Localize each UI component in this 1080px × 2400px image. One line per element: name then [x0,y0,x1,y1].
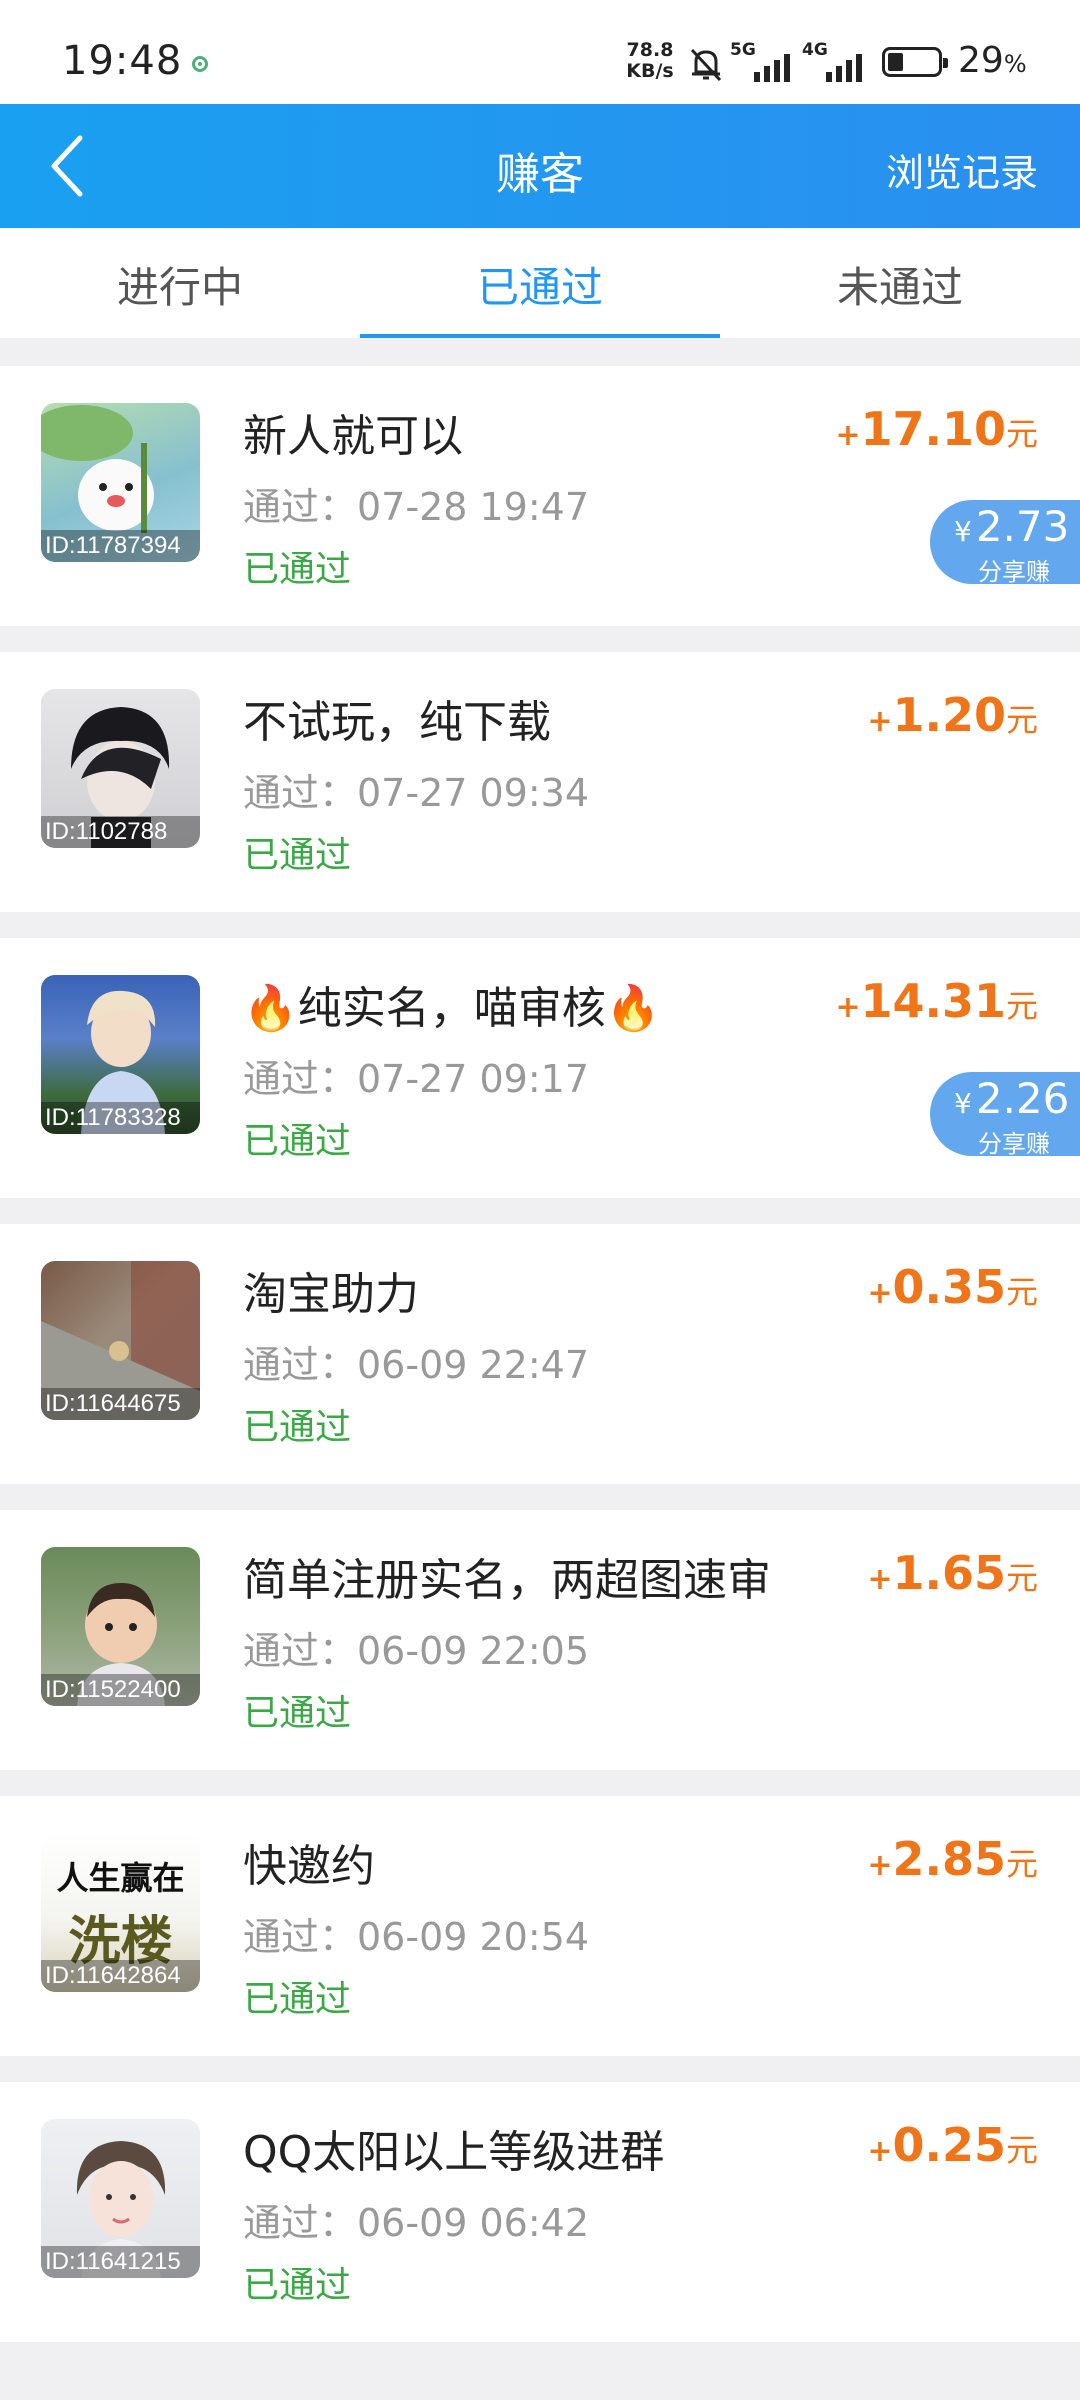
tab-passed[interactable]: 已通过 [360,228,720,338]
task-card[interactable]: ID:11522400 简单注册实名，两超图速审 通过：06-09 22:05 … [0,1510,1080,1770]
status-time: 19:48 [62,38,183,84]
task-pass-time: 通过：07-28 19:47 [243,485,590,529]
task-status: 已通过 [243,835,352,876]
thumbnail-caption: 人生赢在 [56,1859,185,1897]
task-thumbnail: ID:11644675 [41,1261,200,1420]
task-status: 已通过 [243,1407,352,1448]
task-thumbnail: ID:11522400 [41,1547,200,1706]
app-indicator-icon [192,56,208,72]
task-title: 淘宝助力 [243,1269,419,1320]
task-id: ID:11641215 [41,2246,200,2278]
task-id: ID:11783328 [41,1102,200,1134]
browse-history-button[interactable]: 浏览记录 [886,142,1038,197]
task-pass-time: 通过：07-27 09:34 [243,771,590,815]
task-status: 已通过 [243,1121,352,1162]
task-title: 🔥纯实名，喵审核🔥 [243,983,661,1034]
task-thumbnail: ID:11787394 [41,403,200,562]
task-title: 简单注册实名，两超图速审 [243,1555,771,1606]
task-thumbnail: ID:11641215 [41,2119,200,2278]
task-reward: +1.65元 [867,1546,1038,1600]
task-status: 已通过 [243,1693,352,1734]
battery-icon [882,47,948,77]
task-status: 已通过 [243,549,352,590]
task-id: ID:11644675 [41,1388,200,1420]
task-reward: +2.85元 [867,1832,1038,1886]
status-tabs: 进行中 已通过 未通过 [0,228,1080,338]
battery-percent: 29% [958,40,1027,81]
task-status: 已通过 [243,2265,352,2306]
tab-failed[interactable]: 未通过 [720,228,1080,338]
task-id: ID:11642864 [41,1960,200,1992]
task-card[interactable]: ID:1102788 不试玩，纯下载 通过：07-27 09:34 已通过 +1… [0,652,1080,912]
tab-in-progress[interactable]: 进行中 [0,228,360,338]
task-card[interactable]: ID:11644675 淘宝助力 通过：06-09 22:47 已通过 +0.3… [0,1224,1080,1484]
task-id: ID:1102788 [41,816,200,848]
task-pass-time: 通过：06-09 22:05 [243,1629,590,1673]
header: 赚客 浏览记录 [0,104,1080,228]
task-card[interactable]: ID:11641215 QQ太阳以上等级进群 通过：06-09 06:42 已通… [0,2082,1080,2342]
task-title: QQ太阳以上等级进群 [243,2127,665,2178]
task-card[interactable]: 人生赢在 洗楼 ID:11642864 快邀约 通过：06-09 20:54 已… [0,1796,1080,2056]
task-reward: +0.25元 [867,2118,1038,2172]
task-reward: +1.20元 [867,688,1038,742]
task-thumbnail: ID:1102788 [41,689,200,848]
task-title: 新人就可以 [243,411,463,462]
task-card[interactable]: ID:11787394 新人就可以 通过：07-28 19:47 已通过 +17… [0,366,1080,626]
task-status: 已通过 [243,1979,352,2020]
share-earn-button[interactable]: ¥2.26 分享赚 [930,1072,1080,1158]
task-id: ID:11787394 [41,530,200,562]
task-reward: +14.31元 [835,974,1038,1028]
task-reward: +0.35元 [867,1260,1038,1314]
task-id: ID:11522400 [41,1674,200,1706]
share-earn-button[interactable]: ¥2.73 分享赚 [930,500,1080,586]
network-speed: 78.8 KB/s [626,39,674,82]
task-thumbnail: 人生赢在 洗楼 ID:11642864 [41,1833,200,1992]
task-pass-time: 通过：06-09 20:54 [243,1915,590,1959]
task-pass-time: 通过：07-27 09:17 [243,1057,590,1101]
task-title: 不试玩，纯下载 [243,697,551,748]
status-bar: 19:48 78.8 KB/s 5G 4G 29% [0,0,1080,104]
task-list: ID:11787394 新人就可以 通过：07-28 19:47 已通过 +17… [0,366,1080,2368]
task-reward: +17.10元 [835,402,1038,456]
task-title: 快邀约 [243,1841,375,1892]
mute-icon [686,44,726,88]
task-thumbnail: ID:11783328 [41,975,200,1134]
task-pass-time: 通过：06-09 06:42 [243,2201,590,2245]
task-pass-time: 通过：06-09 22:47 [243,1343,590,1387]
task-card[interactable]: ID:11783328 🔥纯实名，喵审核🔥 通过：07-27 09:17 已通过… [0,938,1080,1198]
